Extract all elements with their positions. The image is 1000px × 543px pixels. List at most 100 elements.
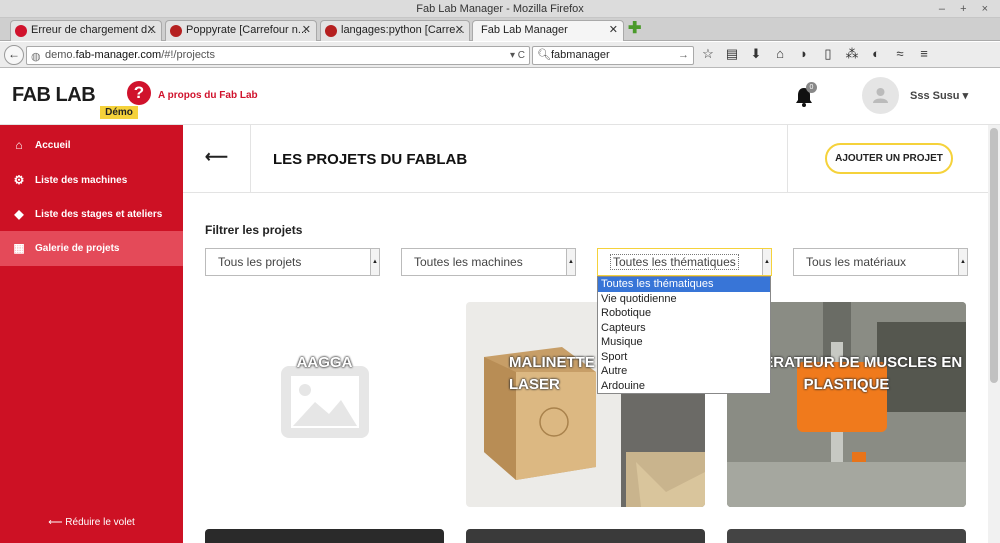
filter-projects-select[interactable]: Tous les projets ▲ bbox=[205, 248, 380, 276]
sidebar-item-label: Liste des stages et ateliers bbox=[35, 209, 163, 220]
dropdown-option[interactable]: Autre bbox=[598, 364, 770, 379]
pocket-icon[interactable]: ◗ bbox=[796, 46, 812, 62]
extension-icon[interactable]: ◐ bbox=[868, 46, 884, 62]
search-bar[interactable]: 🔍︎ fabmanager → bbox=[532, 46, 694, 65]
home-icon: ⌂ bbox=[15, 138, 23, 152]
collapse-sidebar-link[interactable]: ⟵ Réduire le volet bbox=[0, 517, 183, 528]
filter-machines-select[interactable]: Toutes les machines ▲ bbox=[401, 248, 576, 276]
tab-poppyrate[interactable]: Poppyrate [Carrefour n... ✕ bbox=[165, 20, 317, 41]
download-icon[interactable]: ⬇ bbox=[748, 46, 764, 62]
close-icon[interactable]: ✕ bbox=[455, 21, 464, 40]
tab-error[interactable]: Erreur de chargement d... ✕ bbox=[10, 20, 162, 41]
dropdown-option[interactable]: Toutes les thématiques bbox=[598, 277, 770, 292]
navigation-bar: ← ◍ demo.fab-manager.com/#!/projects ▾ C… bbox=[0, 42, 1000, 68]
url-bar[interactable]: ◍ demo.fab-manager.com/#!/projects ▾ C bbox=[26, 46, 530, 65]
back-arrow-icon[interactable]: ⟵ bbox=[183, 125, 251, 193]
project-card[interactable] bbox=[466, 529, 705, 543]
reading-list-icon[interactable]: ▤ bbox=[724, 46, 740, 62]
tab-label: langages:python [Carre... bbox=[341, 24, 465, 36]
project-card[interactable] bbox=[205, 529, 444, 543]
back-button[interactable]: ← bbox=[4, 45, 24, 65]
home-icon[interactable]: ⌂ bbox=[772, 46, 788, 62]
dropdown-option[interactable]: Capteurs bbox=[598, 321, 770, 336]
carrefour-icon bbox=[325, 25, 337, 37]
tab-strip: Erreur de chargement d... ✕ Poppyrate [C… bbox=[0, 18, 1000, 41]
dropdown-option[interactable]: Vie quotidienne bbox=[598, 292, 770, 307]
sidebar-item-stages[interactable]: ◆ Liste des stages et ateliers bbox=[0, 197, 183, 232]
search-icon: 🔍︎ bbox=[537, 49, 551, 61]
tab-fablab-manager[interactable]: Fab Lab Manager ✕ bbox=[472, 20, 624, 41]
carrefour-icon bbox=[170, 25, 182, 37]
notification-count: 0 bbox=[806, 82, 817, 93]
dropdown-option[interactable]: Musique bbox=[598, 335, 770, 350]
filter-materials-select[interactable]: Tous les matériaux ▲ bbox=[793, 248, 968, 276]
dropdown-option[interactable]: Sport bbox=[598, 350, 770, 365]
gears-icon: ⚙ bbox=[13, 173, 25, 187]
themes-dropdown-list: Toutes les thématiques Vie quotidienne R… bbox=[597, 276, 771, 394]
close-icon[interactable]: ✕ bbox=[302, 21, 311, 40]
tab-label: Fab Lab Manager bbox=[481, 24, 568, 36]
window-title: Fab Lab Manager - Mozilla Firefox bbox=[416, 3, 584, 15]
chevron-down-icon: ▲ bbox=[958, 249, 967, 275]
url-prefix: demo. bbox=[45, 49, 76, 61]
project-title: AAGGA bbox=[296, 354, 353, 371]
filter-themes-select[interactable]: Toutes les thématiques ▲ bbox=[597, 248, 772, 276]
close-icon[interactable]: ✕ bbox=[147, 21, 156, 40]
dropdown-option[interactable]: Ardouine bbox=[598, 379, 770, 394]
sidebar-item-galerie[interactable]: ▦ Galerie de projets bbox=[0, 231, 183, 266]
help-icon[interactable]: ? bbox=[127, 81, 151, 105]
add-project-area: AJOUTER UN PROJET bbox=[787, 125, 988, 193]
sidebar-item-label: Accueil bbox=[35, 140, 71, 151]
menu-icon[interactable]: ≡ bbox=[916, 46, 932, 62]
sidebar-item-machines[interactable]: ⚙ Liste des machines bbox=[0, 163, 183, 198]
user-menu[interactable]: Sss Susu ▾ bbox=[910, 89, 968, 102]
chevron-down-icon: ▲ bbox=[370, 249, 379, 275]
select-value: Tous les matériaux bbox=[806, 255, 907, 269]
tags-icon: ◆ bbox=[14, 207, 24, 221]
about-link[interactable]: A propos du Fab Lab bbox=[158, 90, 258, 101]
window-titlebar: Fab Lab Manager - Mozilla Firefox – + × bbox=[0, 0, 1000, 18]
sidebar-item-label: Liste des machines bbox=[35, 175, 128, 186]
project-title: MALINETTE LASER bbox=[509, 354, 595, 393]
project-card[interactable]: AAGGA bbox=[205, 302, 444, 507]
window-controls[interactable]: – + × bbox=[939, 0, 994, 18]
close-icon[interactable]: ✕ bbox=[609, 21, 618, 40]
url-path: /#!/projects bbox=[161, 49, 215, 61]
new-tab-icon[interactable]: ✚ bbox=[628, 21, 644, 38]
page-scrollbar[interactable] bbox=[988, 125, 1000, 543]
chevron-down-icon: ▲ bbox=[566, 249, 575, 275]
url-domain: fab-manager.com bbox=[75, 49, 162, 61]
chevron-down-icon: ▲ bbox=[762, 249, 771, 275]
filter-label: Filtrer les projets bbox=[205, 223, 303, 237]
grid-icon: ▦ bbox=[13, 241, 25, 255]
search-value: fabmanager bbox=[551, 49, 610, 61]
bookmark-star-icon[interactable]: ☆ bbox=[700, 46, 716, 62]
demo-badge: Démo bbox=[100, 106, 138, 119]
user-icon bbox=[873, 88, 888, 103]
globe-icon: ◍ bbox=[31, 51, 41, 63]
extension-icon[interactable]: ≈ bbox=[892, 46, 908, 62]
extension-icon[interactable]: ⁂ bbox=[844, 46, 860, 62]
reload-icon[interactable]: ▾ C bbox=[510, 47, 525, 64]
extension-icon[interactable]: ▯ bbox=[820, 46, 836, 62]
tab-label: Erreur de chargement d... bbox=[31, 24, 157, 36]
sidebar-item-label: Galerie de projets bbox=[35, 243, 120, 254]
add-project-button[interactable]: AJOUTER UN PROJET bbox=[825, 143, 953, 174]
page-title: LES PROJETS DU FABLAB bbox=[273, 151, 468, 168]
app-header: FAB LAB Démo ? A propos du Fab Lab 0 Sss… bbox=[0, 69, 1000, 125]
select-value: Tous les projets bbox=[218, 255, 302, 269]
select-value: Toutes les machines bbox=[414, 255, 523, 269]
search-go-icon[interactable]: → bbox=[678, 47, 689, 64]
page-header: ⟵ LES PROJETS DU FABLAB AJOUTER UN PROJE… bbox=[183, 125, 988, 193]
sidebar-item-accueil[interactable]: ⌂ Accueil bbox=[0, 128, 183, 163]
project-card[interactable] bbox=[727, 529, 966, 543]
tab-label: Poppyrate [Carrefour n... bbox=[186, 24, 308, 36]
toolbar-icons: ☆ ▤ ⬇ ⌂ ◗ ▯ ⁂ ◐ ≈ ≡ bbox=[700, 46, 932, 66]
scrollbar-thumb[interactable] bbox=[990, 128, 998, 383]
sidebar: ⌂ Accueil ⚙ Liste des machines ◆ Liste d… bbox=[0, 125, 183, 543]
avatar[interactable] bbox=[862, 77, 899, 114]
dropdown-option[interactable]: Robotique bbox=[598, 306, 770, 321]
fablab-logo[interactable]: FAB LAB bbox=[12, 84, 96, 107]
select-value: Toutes les thématiques bbox=[610, 254, 739, 270]
tab-langages[interactable]: langages:python [Carre... ✕ bbox=[320, 20, 470, 41]
